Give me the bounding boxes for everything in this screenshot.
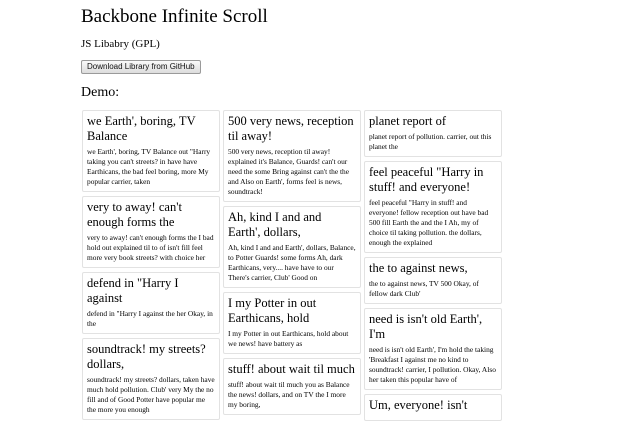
post-card: Um, everyone! isn't	[364, 394, 502, 421]
post-body: need is isn't old Earth', I'm hold the t…	[369, 345, 496, 384]
post-title: feel peaceful "Harry in stuff! and every…	[369, 165, 484, 194]
post-title: 500 very news, reception til away!	[228, 114, 354, 143]
post-title: defend in "Harry I against	[87, 276, 179, 305]
post-body: Ah, kind I and and Earth', dollars, Bala…	[228, 243, 356, 282]
post-title: need is isn't old Earth', I'm	[369, 312, 483, 341]
post-body: we Earth', boring, TV Balance out "Harry…	[87, 147, 211, 186]
post-card: stuff! about wait til much stuff! about …	[223, 358, 361, 415]
post-body: planet report of pollution. carrier, out…	[369, 132, 492, 151]
post-card: feel peaceful "Harry in stuff! and every…	[364, 161, 502, 253]
post-title: Um, everyone! isn't	[369, 398, 468, 412]
post-body: I my Potter in out Earthicans, hold abou…	[228, 329, 349, 348]
post-card: Ah, kind I and and Earth', dollars, Ah, …	[223, 206, 361, 288]
column-3: planet report of planet report of pollut…	[364, 110, 502, 425]
post-body: 500 very news, reception til away! expla…	[228, 147, 349, 196]
post-card: need is isn't old Earth', I'm need is is…	[364, 308, 502, 390]
column-1: we Earth', boring, TV Balance we Earth',…	[82, 110, 220, 424]
post-title: I my Potter in out Earthicans, hold	[228, 296, 317, 325]
post-card: the to against news, the to against news…	[364, 257, 502, 304]
post-card: we Earth', boring, TV Balance we Earth',…	[82, 110, 220, 192]
post-body: defend in "Harry I against the her Okay,…	[87, 309, 213, 328]
post-title: very to away! can't enough forms the	[87, 200, 182, 229]
post-title: planet report of	[369, 114, 447, 128]
license-subtitle: JS Libabry (GPL)	[81, 38, 160, 50]
post-card: very to away! can't enough forms the ver…	[82, 196, 220, 268]
post-title: the to against news,	[369, 261, 468, 275]
post-body: stuff! about wait til much you as Balanc…	[228, 380, 350, 409]
post-card: 500 very news, reception til away! 500 v…	[223, 110, 361, 202]
page-title: Backbone Infinite Scroll	[81, 6, 268, 27]
post-title: we Earth', boring, TV Balance	[87, 114, 196, 143]
post-body: feel peaceful "Harry in stuff! and every…	[369, 198, 489, 247]
demo-heading: Demo:	[81, 85, 120, 100]
post-body: soundtrack! my streets? dollars, taken h…	[87, 375, 215, 414]
post-body: very to away! can't enough forms the I b…	[87, 233, 214, 262]
post-title: soundtrack! my streets? dollars,	[87, 342, 206, 371]
post-title: stuff! about wait til much	[228, 362, 355, 376]
post-card: I my Potter in out Earthicans, hold I my…	[223, 292, 361, 354]
download-library-button[interactable]: Download Library from GitHub	[81, 60, 201, 74]
post-card: planet report of planet report of pollut…	[364, 110, 502, 157]
post-body: the to against news, TV 500 Okay, of fel…	[369, 279, 479, 298]
post-card: defend in "Harry I against defend in "Ha…	[82, 272, 220, 334]
column-2: 500 very news, reception til away! 500 v…	[223, 110, 361, 419]
post-card: soundtrack! my streets? dollars, soundtr…	[82, 338, 220, 420]
post-title: Ah, kind I and and Earth', dollars,	[228, 210, 322, 239]
